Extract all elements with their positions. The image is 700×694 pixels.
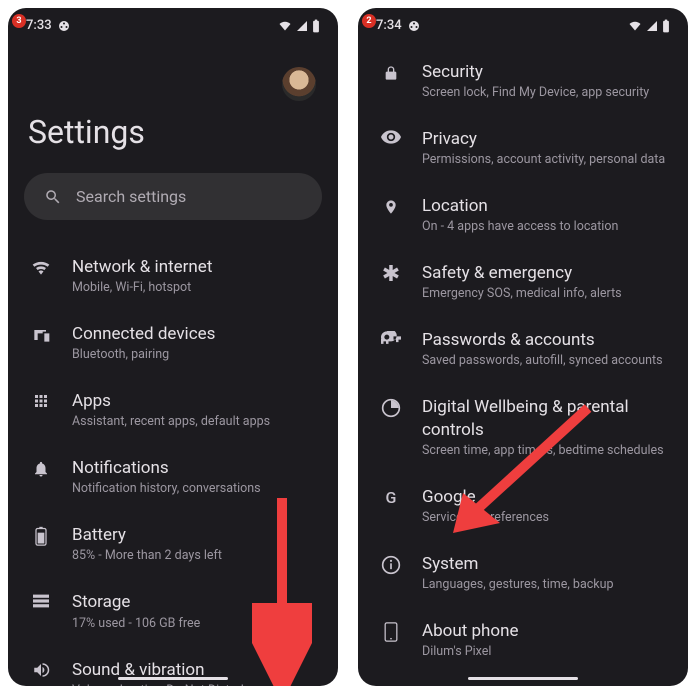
item-label: Privacy	[422, 128, 665, 150]
item-connected-devices[interactable]: Connected devices Bluetooth, pairing	[24, 309, 322, 376]
item-passwords[interactable]: Passwords & accounts Saved passwords, aut…	[374, 315, 672, 382]
item-sub: 17% used - 106 GB free	[72, 616, 200, 631]
phone-icon	[380, 622, 402, 642]
storage-icon	[30, 593, 52, 609]
item-wellbeing[interactable]: Digital Wellbeing & parental controls Scr…	[374, 382, 672, 471]
item-label: Notifications	[72, 457, 261, 479]
item-google[interactable]: G Google Services & preferences	[374, 472, 672, 539]
item-label: Connected devices	[72, 323, 215, 345]
settings-screen-right: 2 7:34 Security Screen lock, Find My Devi…	[358, 8, 688, 686]
settings-list: Network & internet Mobile, Wi-Fi, hotspot…	[24, 242, 322, 686]
item-label: Network & internet	[72, 256, 212, 278]
item-network[interactable]: Network & internet Mobile, Wi-Fi, hotspot	[24, 242, 322, 309]
volume-icon	[30, 661, 52, 679]
notification-badge: 2	[362, 14, 376, 28]
battery-status-icon	[312, 19, 320, 33]
item-label: Google	[422, 486, 549, 508]
item-system[interactable]: System Languages, gestures, time, backup	[374, 539, 672, 606]
item-location[interactable]: Location On - 4 apps have access to locat…	[374, 181, 672, 248]
key-icon	[380, 331, 402, 345]
status-bar: 7:33	[8, 8, 338, 37]
item-sub: Assistant, recent apps, default apps	[72, 414, 270, 429]
item-label: Digital Wellbeing & parental controls	[422, 396, 666, 440]
google-icon: G	[380, 488, 402, 507]
location-icon	[380, 197, 402, 217]
asterisk-icon: ✱	[380, 264, 402, 286]
item-label: Battery	[72, 524, 222, 546]
item-label: System	[422, 553, 614, 575]
search-placeholder: Search settings	[76, 187, 186, 206]
info-icon	[380, 555, 402, 575]
status-app-icon	[58, 20, 70, 32]
item-sub: 85% - More than 2 days left	[72, 548, 222, 563]
item-apps[interactable]: Apps Assistant, recent apps, default apps	[24, 376, 322, 443]
item-label: Apps	[72, 390, 270, 412]
item-sub: Bluetooth, pairing	[72, 347, 215, 362]
item-sub: Screen lock, Find My Device, app securit…	[422, 85, 649, 100]
avatar[interactable]	[282, 67, 316, 101]
signal-status-icon	[296, 20, 308, 32]
item-sub: On - 4 apps have access to location	[422, 219, 618, 234]
item-sub: Services & preferences	[422, 510, 549, 525]
signal-status-icon	[646, 20, 658, 32]
status-bar: 7:34	[358, 8, 688, 37]
item-notifications[interactable]: Notifications Notification history, conve…	[24, 443, 322, 510]
item-label: Passwords & accounts	[422, 329, 663, 351]
item-label: Safety & emergency	[422, 262, 622, 284]
item-storage[interactable]: Storage 17% used - 106 GB free	[24, 577, 322, 644]
item-sub: Volume, haptics, Do Not Disturb	[72, 683, 248, 686]
wellbeing-icon	[380, 398, 402, 418]
gesture-bar[interactable]	[118, 677, 228, 680]
item-label: Storage	[72, 591, 200, 613]
status-time: 7:33	[26, 18, 52, 33]
item-sub: Dilum's Pixel	[422, 644, 519, 659]
item-sub: Emergency SOS, medical info, alerts	[422, 286, 622, 301]
item-sub: Languages, gestures, time, backup	[422, 577, 614, 592]
wifi-icon	[30, 258, 52, 278]
item-sub: Mobile, Wi-Fi, hotspot	[72, 280, 212, 295]
search-input[interactable]: Search settings	[24, 173, 322, 220]
gesture-bar[interactable]	[468, 677, 578, 680]
item-label: About phone	[422, 620, 519, 642]
item-sub: Permissions, account activity, personal …	[422, 152, 665, 167]
bell-icon	[30, 459, 52, 479]
item-about-phone[interactable]: About phone Dilum's Pixel	[374, 606, 672, 673]
item-privacy[interactable]: Privacy Permissions, account activity, pe…	[374, 114, 672, 181]
eye-icon	[380, 130, 402, 144]
settings-screen-left: 3 7:33 Settings Search settings Network	[8, 8, 338, 686]
lock-icon	[380, 63, 402, 83]
status-app-icon	[408, 20, 420, 32]
item-sub: Saved passwords, autofill, synced accoun…	[422, 353, 663, 368]
item-sub: Notification history, conversations	[72, 481, 261, 496]
search-icon	[44, 188, 62, 206]
battery-status-icon	[662, 19, 670, 33]
devices-icon	[30, 325, 52, 345]
status-time: 7:34	[376, 18, 402, 33]
apps-icon	[30, 392, 52, 410]
wifi-status-icon	[628, 20, 642, 32]
wifi-status-icon	[278, 20, 292, 32]
item-security[interactable]: Security Screen lock, Find My Device, app…	[374, 47, 672, 114]
item-label: Security	[422, 61, 649, 83]
item-safety[interactable]: ✱ Safety & emergency Emergency SOS, medic…	[374, 248, 672, 315]
settings-list: Security Screen lock, Find My Device, app…	[374, 47, 672, 686]
item-sub: Screen time, app timers, bedtime schedul…	[422, 443, 666, 458]
notification-badge: 3	[12, 14, 26, 28]
page-title: Settings	[28, 113, 322, 151]
item-label: Location	[422, 195, 618, 217]
battery-icon	[30, 526, 52, 546]
item-battery[interactable]: Battery 85% - More than 2 days left	[24, 510, 322, 577]
